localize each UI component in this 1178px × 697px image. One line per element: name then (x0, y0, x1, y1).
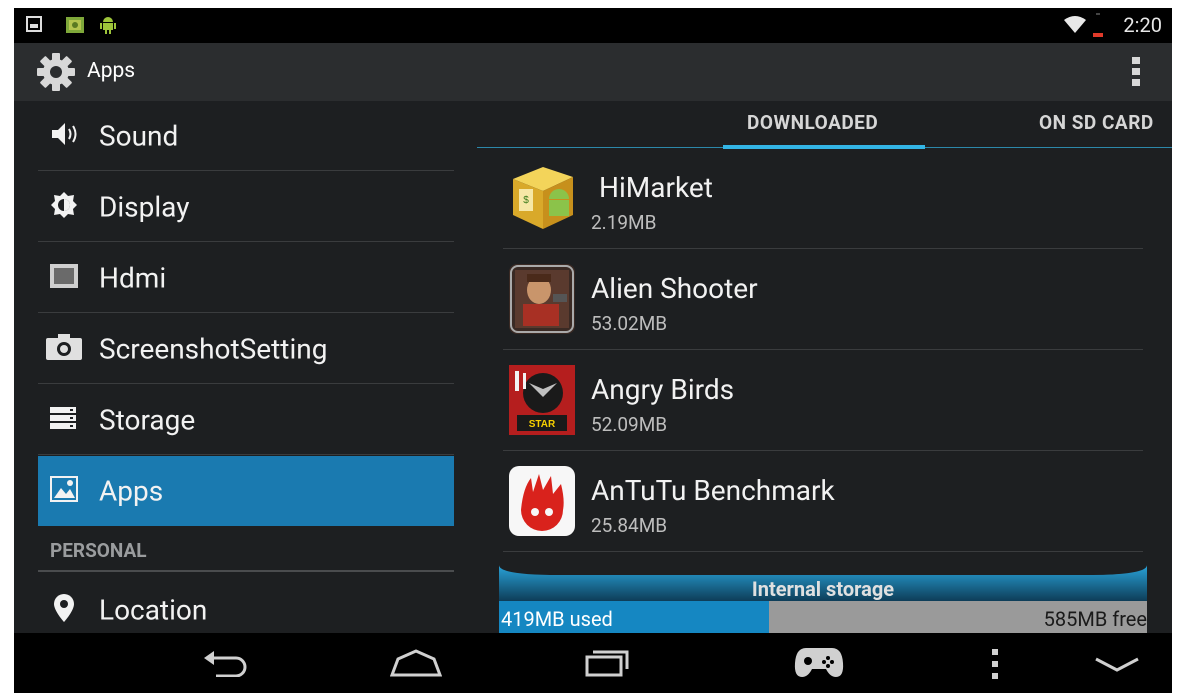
internal-storage-summary: Internal storage 419MB used 585MB free (499, 555, 1147, 633)
divider (38, 312, 454, 313)
himarket-icon: $ (509, 163, 575, 233)
hdmi-icon (50, 264, 78, 292)
settings-item-apps[interactable]: Apps (38, 456, 454, 526)
app-name: Angry Birds (591, 373, 735, 406)
app-name: Alien Shooter (591, 272, 758, 305)
settings-item-label: Hdmi (99, 261, 167, 295)
app-size: 25.84MB (591, 514, 668, 537)
status-bar: 2:20 (14, 8, 1172, 43)
settings-item-label: ScreenshotSetting (99, 332, 328, 366)
settings-item-display[interactable]: Display (38, 172, 454, 242)
app-size: 52.09MB (591, 413, 668, 436)
brightness-icon (50, 191, 78, 223)
overflow-menu-icon[interactable] (1132, 57, 1140, 91)
section-header-personal: PERSONAL (38, 527, 454, 573)
device-screen: 2:20 Apps Sound Display Hdmi ScreenshotS… (14, 8, 1172, 693)
angry-birds-icon: STAR (509, 365, 575, 435)
action-bar: Apps (14, 43, 1172, 101)
gear-icon[interactable] (36, 52, 76, 96)
hide-keyboard-icon[interactable] (1094, 657, 1140, 677)
wifi-icon (1064, 15, 1086, 37)
image-icon (66, 16, 84, 38)
settings-item-label: Storage (99, 403, 196, 437)
settings-item-screenshot[interactable]: ScreenshotSetting (38, 314, 454, 384)
apps-icon (50, 476, 78, 506)
svg-text:$: $ (523, 195, 529, 206)
volume-icon (50, 121, 80, 151)
menu-icon[interactable] (991, 649, 999, 685)
alien-shooter-icon (509, 264, 575, 334)
settings-item-hdmi[interactable]: Hdmi (38, 243, 454, 313)
storage-icon (50, 407, 76, 433)
divider (38, 241, 454, 242)
navigation-bar (14, 633, 1172, 693)
settings-list: Sound Display Hdmi ScreenshotSetting Sto… (38, 101, 454, 633)
divider (38, 454, 454, 455)
back-icon[interactable] (204, 649, 248, 681)
apps-panel: DOWNLOADED ON SD CARD $ HiMarket 2.19MB … (477, 101, 1172, 633)
storage-free-text: 585MB free (1043, 607, 1147, 631)
app-name: HiMarket (599, 171, 713, 204)
app-row-angry-birds[interactable]: STAR Angry Birds 52.09MB (503, 351, 1143, 451)
divider (503, 450, 1143, 451)
status-clock: 2:20 (1123, 13, 1162, 37)
app-row-antutu[interactable]: AnTuTu Benchmark 25.84MB (503, 452, 1143, 552)
divider (503, 248, 1143, 249)
settings-item-sound[interactable]: Sound (38, 101, 454, 171)
location-pin-icon (54, 594, 74, 626)
settings-item-label: Apps (99, 474, 164, 508)
gallery-icon (26, 16, 42, 36)
settings-item-label: Location (99, 593, 208, 627)
gamepad-icon[interactable] (794, 645, 844, 683)
app-size: 2.19MB (591, 211, 657, 234)
app-row-alien-shooter[interactable]: Alien Shooter 53.02MB (503, 250, 1143, 350)
settings-item-label: Sound (99, 119, 179, 153)
app-size: 53.02MB (591, 312, 668, 335)
svg-text:STAR: STAR (529, 419, 556, 430)
content-area: Sound Display Hdmi ScreenshotSetting Sto… (14, 101, 1172, 633)
storage-label: Internal storage (751, 577, 895, 601)
settings-item-label: Display (99, 190, 190, 224)
app-name: AnTuTu Benchmark (591, 474, 835, 507)
recents-icon[interactable] (585, 645, 629, 681)
divider (503, 349, 1143, 350)
divider (38, 570, 454, 572)
divider (38, 170, 454, 171)
action-bar-title: Apps (87, 59, 136, 83)
divider (503, 551, 1143, 552)
android-icon (100, 16, 116, 38)
app-row-himarket[interactable]: $ HiMarket 2.19MB (503, 149, 1143, 249)
tab-on-sd-card[interactable]: ON SD CARD (1039, 111, 1154, 134)
settings-item-storage[interactable]: Storage (38, 385, 454, 455)
storage-used-text: 419MB used (501, 607, 613, 631)
tab-downloaded[interactable]: DOWNLOADED (747, 111, 878, 134)
antutu-icon (509, 466, 575, 536)
divider (38, 383, 454, 384)
camera-icon (46, 334, 82, 364)
home-icon[interactable] (389, 647, 443, 681)
section-header-label: PERSONAL (50, 539, 147, 562)
battery-low-icon (1092, 13, 1104, 41)
